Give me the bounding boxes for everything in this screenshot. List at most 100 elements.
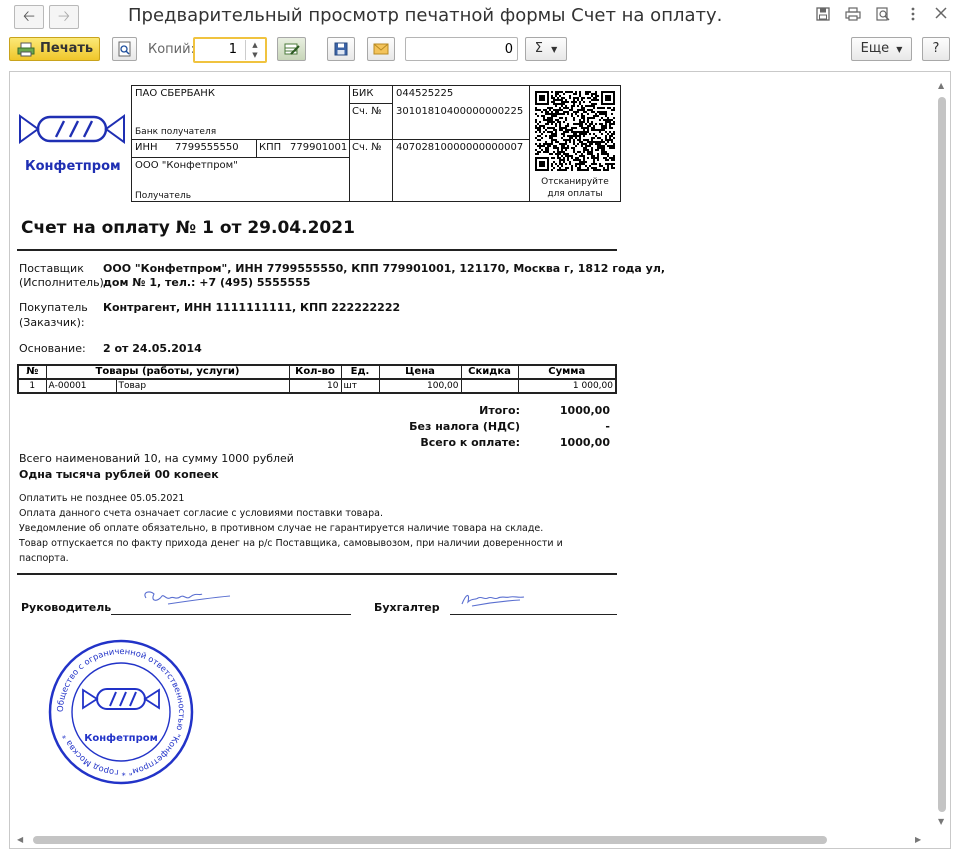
note-line-3: Уведомление об оплате обязательно, в про…	[19, 523, 544, 534]
director-sign-line	[111, 614, 351, 615]
magnifier-page-icon	[118, 41, 130, 57]
amount-in-words: Одна тысяча рублей 00 копеек	[19, 468, 219, 481]
company-logo-icon	[19, 114, 125, 144]
horizontal-scrollbar[interactable]: ◀ ▶	[11, 833, 935, 847]
preview-button[interactable]	[112, 37, 137, 61]
cell-sum: 1 000,00	[517, 378, 617, 394]
horizontal-scroll-thumb[interactable]	[33, 836, 827, 844]
director-signature-icon	[144, 591, 231, 605]
title-bar: 🡠 🡢 Предварительный просмотр печатной фо…	[0, 0, 959, 32]
grid-line	[131, 139, 530, 140]
edit-toggle-button[interactable]	[277, 37, 306, 61]
vertical-scroll-thumb[interactable]	[938, 97, 946, 812]
more-vertical-icon[interactable]	[905, 7, 921, 23]
qr-caption-1: Отсканируйте	[541, 177, 609, 187]
scroll-down-icon[interactable]: ▼	[938, 817, 944, 826]
vertical-scrollbar[interactable]: ▲ ▼	[935, 73, 949, 833]
more-button[interactable]: Еще ▼	[851, 37, 912, 61]
director-label: Руководитель	[21, 601, 112, 614]
notes-divider	[17, 573, 617, 575]
grid-line	[131, 157, 349, 158]
save-button[interactable]	[327, 37, 355, 61]
sum-value: 0	[504, 42, 513, 57]
grid-line	[256, 139, 257, 158]
cell-number: 1	[17, 378, 47, 394]
supplier-label-1: Поставщик	[19, 262, 84, 275]
cell-price: 100,00	[378, 378, 462, 394]
grid-line	[131, 201, 621, 202]
stamp-ring-text: Общество с ограниченной ответственностью…	[55, 646, 187, 778]
invoice-title: Счет на оплату № 1 от 29.04.2021	[21, 218, 355, 238]
table-edit-icon	[284, 43, 300, 55]
title-divider	[17, 249, 617, 251]
company-stamp-icon: Общество с ограниченной ответственностью…	[48, 639, 194, 785]
chevron-down-icon: ▼	[896, 45, 903, 54]
copies-value: 1	[228, 42, 237, 57]
corr-account-label: Сч. №	[352, 106, 382, 117]
save-icon[interactable]	[815, 7, 831, 23]
toolbar: Печать Копий: 1 ▲ ▼ 0 Σ ▼ Еще ▼ ?	[0, 34, 959, 66]
invoice-document: Конфетпром ПАО СБЕРБАНК Банк получателя …	[10, 72, 665, 832]
scroll-left-icon[interactable]: ◀	[17, 835, 23, 844]
bank-name: ПАО СБЕРБАНК	[135, 88, 215, 99]
recipient-label: Получатель	[135, 191, 192, 201]
table-row: 1 А-00001 Товар 10 шт 100,00 1 000,00	[17, 378, 617, 394]
total-value: 1000,00	[559, 404, 610, 417]
bank-label: Банк получателя	[135, 127, 217, 137]
scroll-up-icon[interactable]: ▲	[938, 81, 944, 90]
grid-line	[349, 85, 350, 202]
back-button[interactable]: 🡠	[14, 5, 44, 29]
col-header-price: Цена	[378, 364, 462, 380]
cell-unit: шт	[340, 378, 380, 394]
col-header-unit: Ед.	[340, 364, 380, 380]
window-title: Предварительный просмотр печатной формы …	[128, 5, 723, 26]
grid-line	[349, 103, 392, 104]
accountant-label: Бухгалтер	[374, 601, 440, 614]
logo-text: Конфетпром	[25, 159, 121, 174]
bik-label: БИК	[352, 88, 374, 99]
supplier-label-2: (Исполнитель):	[19, 276, 108, 289]
print-button[interactable]: Печать	[9, 37, 100, 61]
print-preview-area[interactable]: Конфетпром ПАО СБЕРБАНК Банк получателя …	[9, 71, 951, 849]
floppy-icon	[334, 42, 348, 56]
qr-code-icon	[535, 91, 615, 171]
inn-label: ИНН	[135, 142, 158, 153]
sum-field[interactable]: 0	[405, 37, 518, 61]
cell-discount	[460, 378, 519, 394]
copies-stepper[interactable]: ▲ ▼	[245, 40, 264, 60]
vat-label: Без налога (НДС)	[409, 420, 520, 433]
copies-label: Копий:	[148, 42, 195, 57]
col-header-sum: Сумма	[517, 364, 617, 380]
note-line-5: паспорта.	[19, 553, 69, 564]
close-icon[interactable]	[933, 7, 949, 23]
cell-qty: 10	[288, 378, 342, 394]
note-line-4: Товар отпускается по факту прихода денег…	[19, 538, 563, 549]
sum-mode-button[interactable]: Σ ▼	[525, 37, 567, 61]
help-button[interactable]: ?	[922, 37, 950, 61]
forward-button[interactable]: 🡢	[49, 5, 79, 29]
grid-line	[392, 85, 393, 202]
col-header-qty: Кол-во	[288, 364, 342, 380]
vat-value: -	[605, 420, 610, 433]
kpp-label: КПП	[259, 142, 282, 153]
arrow-left-icon: 🡠	[22, 7, 36, 25]
grid-line	[620, 85, 621, 202]
col-header-discount: Скидка	[460, 364, 519, 380]
printer-icon[interactable]	[845, 7, 861, 23]
qr-caption-2: для оплаты	[547, 189, 603, 199]
buyer-value: Контрагент, ИНН 1111111111, КПП 22222222…	[103, 301, 401, 314]
copies-input[interactable]: 1 ▲ ▼	[193, 37, 267, 63]
col-header-goods: Товары (работы, услуги)	[45, 364, 290, 380]
col-header-number: №	[17, 364, 47, 380]
buyer-label-2: (Заказчик):	[19, 316, 85, 329]
recipient-name: ООО "Конфетпром"	[135, 160, 238, 171]
preview-search-icon[interactable]	[875, 7, 891, 23]
cell-code: А-00001	[45, 378, 117, 394]
note-line-1: Оплатить не позднее 05.05.2021	[19, 493, 185, 504]
email-button[interactable]	[367, 37, 395, 61]
arrow-right-icon: 🡢	[57, 7, 71, 25]
due-label: Всего к оплате:	[420, 436, 520, 449]
cell-name: Товар	[115, 378, 290, 394]
scroll-right-icon[interactable]: ▶	[915, 835, 921, 844]
table-header-row: № Товары (работы, услуги) Кол-во Ед. Цен…	[17, 364, 617, 380]
